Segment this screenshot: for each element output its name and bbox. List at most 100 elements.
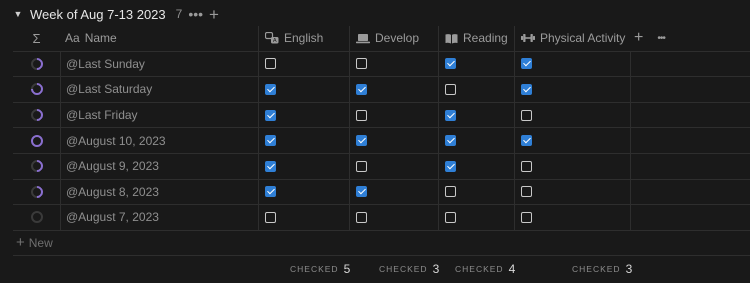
reading-checkbox[interactable] <box>445 58 456 70</box>
physical-checkbox[interactable] <box>521 135 532 147</box>
plus-icon[interactable]: + <box>209 6 219 23</box>
sigma-column-header[interactable]: Σ <box>13 26 60 51</box>
develop-checkbox[interactable] <box>356 83 367 95</box>
reading-cell <box>438 128 514 153</box>
calc-develop[interactable]: CHECKED 3 <box>379 262 439 276</box>
table-row[interactable]: @August 9, 2023 <box>13 153 750 180</box>
dumbbell-icon <box>521 33 535 43</box>
name-cell[interactable]: @Last Friday <box>60 102 258 128</box>
reading-checkbox[interactable] <box>445 160 456 172</box>
progress-ring-icon <box>28 183 45 201</box>
physical-cell <box>514 205 630 230</box>
table-row[interactable]: @August 8, 2023 <box>13 179 750 206</box>
table-row[interactable]: @August 10, 2023 <box>13 128 750 154</box>
reading-checkbox[interactable] <box>445 109 456 121</box>
column-header-physical-activity[interactable]: Physical Activity <box>514 26 630 51</box>
date-mention[interactable]: @August 10, 2023 <box>66 134 166 148</box>
column-header-label: Physical Activity <box>540 31 626 46</box>
date-mention[interactable]: @Last Friday <box>66 108 138 122</box>
develop-checkbox[interactable] <box>356 211 367 223</box>
name-cell[interactable]: @Last Sunday <box>60 51 258 77</box>
progress-cell <box>13 205 60 230</box>
develop-cell <box>349 153 438 179</box>
physical-checkbox[interactable] <box>521 109 532 121</box>
laptop-icon <box>356 33 370 44</box>
new-row-label: New <box>28 235 53 250</box>
name-cell[interactable]: @August 7, 2023 <box>60 205 258 230</box>
english-checkbox[interactable] <box>265 58 276 70</box>
develop-checkbox[interactable] <box>356 58 367 70</box>
calc-value: 5 <box>343 262 351 276</box>
column-header-develop[interactable]: Develop <box>349 26 438 51</box>
develop-cell <box>349 128 438 153</box>
progress-ring-icon <box>28 80 45 98</box>
date-mention[interactable]: @Last Sunday <box>66 57 145 71</box>
date-mention[interactable]: @August 9, 2023 <box>66 159 159 173</box>
progress-ring-icon <box>30 134 43 147</box>
date-mention[interactable]: @Last Saturday <box>66 82 152 96</box>
calc-reading[interactable]: CHECKED 4 <box>455 262 515 276</box>
reading-cell <box>438 77 514 102</box>
english-checkbox[interactable] <box>265 211 276 223</box>
text-property-icon: Aa <box>65 31 80 46</box>
group-title[interactable]: Week of Aug 7-13 2023 <box>30 7 166 22</box>
empty-cell <box>630 179 750 205</box>
english-cell <box>258 51 349 77</box>
english-checkbox[interactable] <box>265 109 276 121</box>
reading-checkbox[interactable] <box>445 186 456 198</box>
table-row[interactable]: @Last Sunday <box>13 51 750 78</box>
ellipsis-icon[interactable]: ••• <box>657 33 665 44</box>
english-checkbox[interactable] <box>265 135 276 147</box>
develop-checkbox[interactable] <box>356 160 367 172</box>
calc-label: CHECKED <box>379 264 428 274</box>
name-cell[interactable]: @August 9, 2023 <box>60 153 258 179</box>
physical-cell <box>514 51 630 77</box>
column-header-english[interactable]: A English <box>258 26 349 51</box>
physical-checkbox[interactable] <box>521 160 532 172</box>
empty-cell <box>630 205 750 230</box>
english-cell <box>258 153 349 179</box>
develop-cell <box>349 51 438 77</box>
empty-cell <box>630 51 750 77</box>
reading-checkbox[interactable] <box>445 135 456 147</box>
develop-checkbox[interactable] <box>356 135 367 147</box>
english-checkbox[interactable] <box>265 160 276 172</box>
progress-cell <box>13 180 60 205</box>
ellipsis-icon[interactable]: ••• <box>188 7 203 21</box>
physical-checkbox[interactable] <box>521 186 532 198</box>
reading-cell <box>438 205 514 230</box>
english-cell <box>258 77 349 102</box>
date-mention[interactable]: @August 7, 2023 <box>66 210 159 224</box>
new-row-button[interactable]: + New <box>13 231 750 256</box>
reading-checkbox[interactable] <box>445 83 456 95</box>
english-cell <box>258 102 349 128</box>
name-cell[interactable]: @Last Saturday <box>60 77 258 102</box>
calc-physical-activity[interactable]: CHECKED 3 <box>572 262 632 276</box>
physical-cell <box>514 77 630 102</box>
english-checkbox[interactable] <box>265 83 276 95</box>
english-checkbox[interactable] <box>265 186 276 198</box>
develop-cell <box>349 205 438 230</box>
name-cell[interactable]: @August 10, 2023 <box>60 128 258 153</box>
triangle-down-icon[interactable]: ▼ <box>12 9 24 19</box>
reading-cell <box>438 51 514 77</box>
column-header-reading[interactable]: Reading <box>438 26 514 51</box>
add-property-icon[interactable]: + <box>634 29 643 47</box>
calc-english[interactable]: CHECKED 5 <box>290 262 350 276</box>
column-header-name[interactable]: Aa Name <box>60 26 258 51</box>
physical-checkbox[interactable] <box>521 58 532 70</box>
date-mention[interactable]: @August 8, 2023 <box>66 185 159 199</box>
develop-checkbox[interactable] <box>356 186 367 198</box>
table-row[interactable]: @Last Friday <box>13 102 750 129</box>
calc-value: 4 <box>508 262 516 276</box>
reading-checkbox[interactable] <box>445 211 456 223</box>
physical-checkbox[interactable] <box>521 211 532 223</box>
develop-checkbox[interactable] <box>356 109 367 121</box>
column-header-actions: + ••• <box>630 26 750 51</box>
physical-checkbox[interactable] <box>521 83 532 95</box>
empty-cell <box>630 102 750 128</box>
table-row[interactable]: @August 7, 2023 <box>13 205 750 231</box>
name-cell[interactable]: @August 8, 2023 <box>60 179 258 205</box>
group-count: 7 <box>175 7 183 21</box>
table-row[interactable]: @Last Saturday <box>13 77 750 103</box>
